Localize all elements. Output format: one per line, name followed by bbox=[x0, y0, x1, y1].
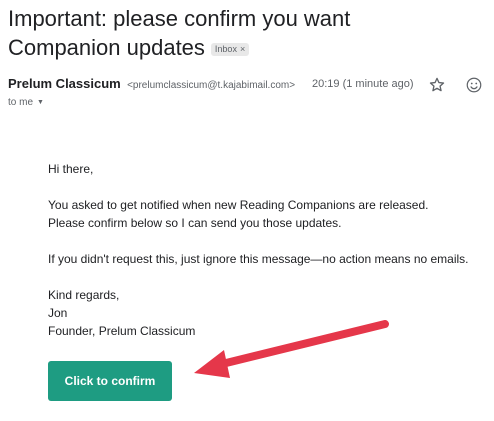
emoji-icon[interactable] bbox=[465, 76, 483, 94]
remove-label-button[interactable]: × bbox=[240, 44, 245, 54]
label-text: Inbox bbox=[214, 44, 237, 54]
body-line: If you didn't request this, just ignore … bbox=[48, 252, 469, 266]
sender-row: Prelum Classicum <prelumclassicum@t.kaja… bbox=[8, 76, 295, 94]
email-subject: Important: please confirm you want Compa… bbox=[8, 4, 448, 62]
subject-text: Important: please confirm you want Compa… bbox=[8, 6, 351, 60]
email-body: Hi there, You asked to get notified when… bbox=[48, 160, 469, 340]
body-line: Please confirm below so I can send you t… bbox=[48, 216, 342, 230]
signer-name: Jon bbox=[48, 306, 68, 320]
signer-title: Founder, Prelum Classicum bbox=[48, 324, 196, 338]
chevron-down-icon: ▼ bbox=[37, 99, 44, 106]
sender-name[interactable]: Prelum Classicum bbox=[8, 76, 121, 91]
recipient-dropdown[interactable]: to me ▼ bbox=[8, 97, 44, 108]
body-line: You asked to get notified when new Readi… bbox=[48, 198, 429, 212]
recipient-text: to me bbox=[8, 97, 34, 108]
label-badge-inbox: Inbox × bbox=[210, 43, 250, 56]
confirm-button[interactable]: Click to confirm bbox=[48, 361, 172, 401]
sender-email: <prelumclassicum@t.kajabimail.com> bbox=[127, 80, 296, 91]
signoff: Kind regards, bbox=[48, 288, 120, 302]
greeting: Hi there, bbox=[48, 162, 94, 176]
star-icon[interactable] bbox=[428, 76, 446, 94]
timestamp: 20:19 (1 minute ago) bbox=[312, 78, 414, 90]
